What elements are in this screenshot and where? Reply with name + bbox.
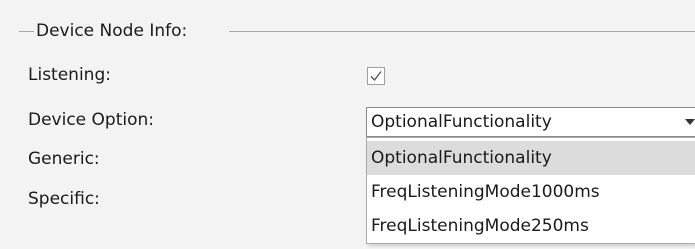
group-border-left <box>19 31 34 32</box>
dropdown-option-optional-functionality[interactable]: OptionalFunctionality <box>367 141 695 175</box>
checkmark-icon <box>370 71 382 82</box>
dropdown-option-freq-listening-1000ms[interactable]: FreqListeningMode1000ms <box>367 175 695 209</box>
device-option-combobox[interactable]: OptionalFunctionality <box>366 107 695 137</box>
listening-checkbox[interactable] <box>367 67 385 85</box>
listening-label: Listening: <box>28 65 111 85</box>
device-option-selected-value: OptionalFunctionality <box>371 112 552 132</box>
dropdown-option-freq-listening-250ms[interactable]: FreqListeningMode250ms <box>367 209 695 243</box>
chevron-down-icon[interactable] <box>685 119 695 125</box>
group-border-right <box>229 31 695 32</box>
device-option-label: Device Option: <box>28 110 155 130</box>
group-title: Device Node Info: <box>36 21 188 41</box>
specific-label: Specific: <box>28 189 100 209</box>
device-option-dropdown-list: OptionalFunctionality FreqListeningMode1… <box>366 137 695 244</box>
generic-label: Generic: <box>28 149 100 169</box>
